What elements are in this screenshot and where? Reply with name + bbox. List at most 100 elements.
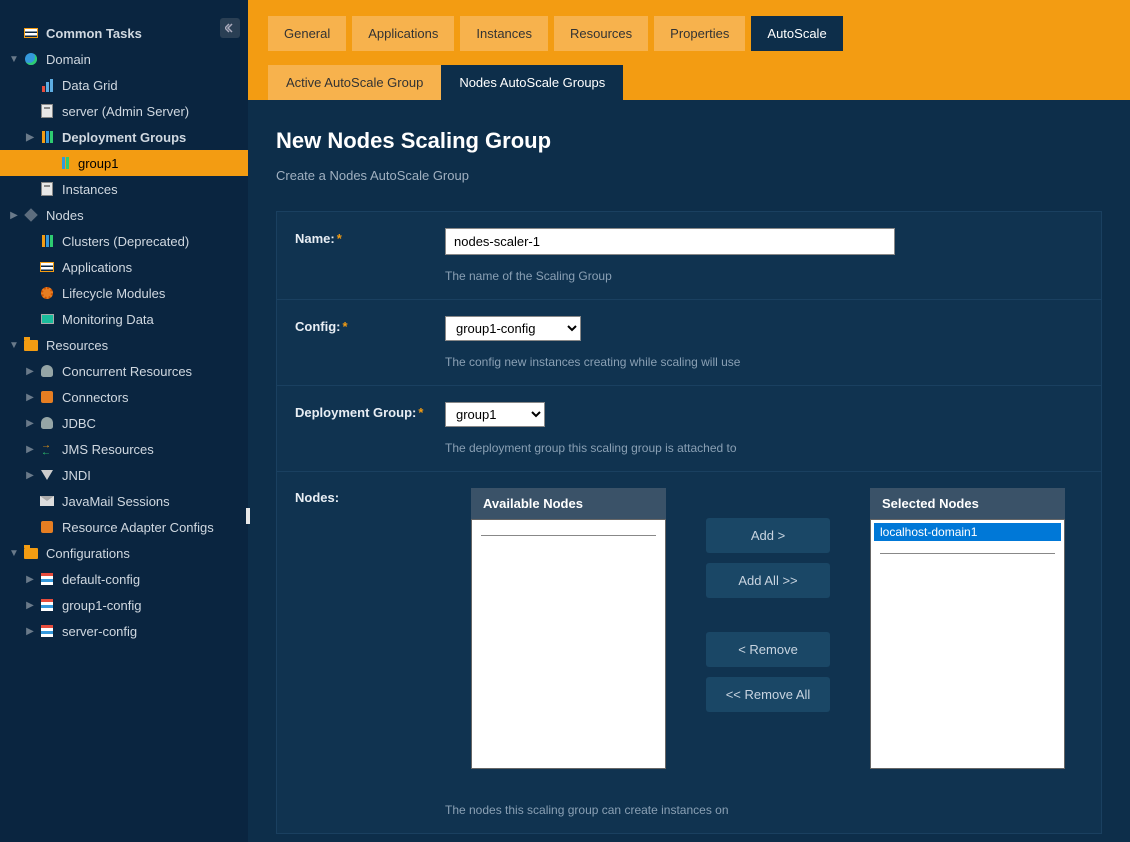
remove-button[interactable]: < Remove [706,632,830,667]
tree-toggle: ▶ [24,288,36,299]
tree-toggle[interactable]: ▶ [24,600,36,611]
tree-toggle[interactable]: ▶ [24,444,36,455]
monitor-icon [38,311,56,327]
tree-toggle[interactable]: ▶ [24,392,36,403]
nav-item-common-tasks[interactable]: ▶Common Tasks [0,20,248,46]
selected-nodes-listbox: Selected Nodes localhost-domain1 [870,488,1065,769]
subtab-nodes-autoscale-groups[interactable]: Nodes AutoScale Groups [441,65,623,100]
tree-toggle[interactable]: ▶ [24,132,36,143]
tab-properties[interactable]: Properties [654,16,745,51]
tab-general[interactable]: General [268,16,346,51]
available-nodes-body[interactable] [471,519,666,769]
selected-nodes-body[interactable]: localhost-domain1 [870,519,1065,769]
nav-item-monitoring-data[interactable]: ▶Monitoring Data [0,306,248,332]
tab-resources[interactable]: Resources [554,16,648,51]
dg-icon [38,129,56,145]
tab-autoscale[interactable]: AutoScale [751,16,842,51]
cfg-icon [38,623,56,639]
nav-item-lifecycle-modules[interactable]: ▶Lifecycle Modules [0,280,248,306]
subtab-active-autoscale-group[interactable]: Active AutoScale Group [268,65,441,100]
tabbar: GeneralApplicationsInstancesResourcesPro… [248,0,1130,100]
folder-icon [22,545,40,561]
add-button[interactable]: Add > [706,518,830,553]
nav-item-server-admin-server-[interactable]: ▶server (Admin Server) [0,98,248,124]
nodes-hint: The nodes this scaling group can create … [445,803,1083,817]
tree-toggle: ▶ [24,236,36,247]
selected-node-item[interactable]: localhost-domain1 [874,523,1061,541]
plug-icon [38,519,56,535]
nav-item-label: Clusters (Deprecated) [62,234,189,249]
add-all-button[interactable]: Add All >> [706,563,830,598]
dg-select[interactable]: group1 [445,402,545,427]
tree-toggle[interactable]: ▶ [24,626,36,637]
nav-item-instances[interactable]: ▶ Instances [0,176,248,202]
main-panel: GeneralApplicationsInstancesResourcesPro… [248,0,1130,842]
secondary-tabs: Active AutoScale GroupNodes AutoScale Gr… [268,65,1110,100]
nav-item-label: JavaMail Sessions [62,494,170,509]
nav-item-label: Deployment Groups [62,130,186,145]
name-input[interactable] [445,228,895,255]
nav-tree: ▶Common Tasks▼Domain▶Data Grid▶server (A… [0,0,248,644]
listbox-divider [880,553,1055,554]
funnel-icon [38,467,56,483]
tree-toggle[interactable]: ▶ [24,470,36,481]
available-nodes-header: Available Nodes [471,488,666,519]
nav-item-deployment-groups[interactable]: ▶ Deployment Groups [0,124,248,150]
tree-toggle[interactable]: ▶ [24,574,36,585]
nav-item-configurations[interactable]: ▼Configurations [0,540,248,566]
remove-all-button[interactable]: << Remove All [706,677,830,712]
nav-item-label: Applications [62,260,132,275]
nav-item-data-grid[interactable]: ▶Data Grid [0,72,248,98]
chevron-left-icon [225,23,235,33]
nav-item-nodes[interactable]: ▶Nodes [0,202,248,228]
nav-item-connectors[interactable]: ▶Connectors [0,384,248,410]
nav-item-jdbc[interactable]: ▶JDBC [0,410,248,436]
nav-item-label: Instances [62,182,118,197]
form-row-dg: Deployment Group:* group1 The deployment… [277,386,1101,472]
dg-hint: The deployment group this scaling group … [445,441,1083,455]
sidebar-resize-handle[interactable] [246,508,250,524]
tree-toggle: ▶ [24,314,36,325]
nav-item-jndi[interactable]: ▶JNDI [0,462,248,488]
tab-instances[interactable]: Instances [460,16,548,51]
nav-item-server-config[interactable]: ▶server-config [0,618,248,644]
tree-toggle: ▶ [24,80,36,91]
tree-toggle[interactable]: ▶ [8,210,20,221]
nav-item-label: Common Tasks [46,26,142,41]
page-subtitle: Create a Nodes AutoScale Group [276,168,1102,183]
config-select[interactable]: group1-config [445,316,581,341]
dg-icon [38,233,56,249]
tree-toggle[interactable]: ▼ [8,548,20,559]
tree-toggle[interactable]: ▼ [8,54,20,65]
tree-toggle[interactable]: ▶ [24,366,36,377]
nav-item-domain[interactable]: ▼Domain [0,46,248,72]
tree-toggle: ▶ [24,496,36,507]
server-icon [38,103,56,119]
nav-item-group1-config[interactable]: ▶ group1-config [0,592,248,618]
primary-tabs: GeneralApplicationsInstancesResourcesPro… [268,16,1110,51]
tree-toggle: ▶ [24,522,36,533]
nav-item-clusters-deprecated-[interactable]: ▶ Clusters (Deprecated) [0,228,248,254]
sidebar-collapse-button[interactable] [220,18,240,38]
nav-item-concurrent-resources[interactable]: ▶Concurrent Resources [0,358,248,384]
page-title: New Nodes Scaling Group [276,128,1102,154]
tab-applications[interactable]: Applications [352,16,454,51]
tree-toggle[interactable]: ▼ [8,340,20,351]
nav-item-default-config[interactable]: ▶default-config [0,566,248,592]
list-icon [38,259,56,275]
db-icon [38,363,56,379]
nav-item-jms-resources[interactable]: ▶JMS Resources [0,436,248,462]
db-icon [38,415,56,431]
nav-item-label: group1-config [62,598,142,613]
nav-item-resource-adapter-configs[interactable]: ▶Resource Adapter Configs [0,514,248,540]
nav-item-applications[interactable]: ▶Applications [0,254,248,280]
nav-item-resources[interactable]: ▼ Resources [0,332,248,358]
nav-item-group1[interactable]: ▶group1 [0,150,248,176]
bars-icon [38,77,56,93]
nav-item-label: Resources [46,338,108,353]
available-nodes-listbox: Available Nodes [471,488,666,769]
tree-toggle[interactable]: ▶ [24,418,36,429]
name-label: Name:* [295,228,445,289]
nav-item-javamail-sessions[interactable]: ▶ JavaMail Sessions [0,488,248,514]
tree-toggle: ▶ [24,184,36,195]
